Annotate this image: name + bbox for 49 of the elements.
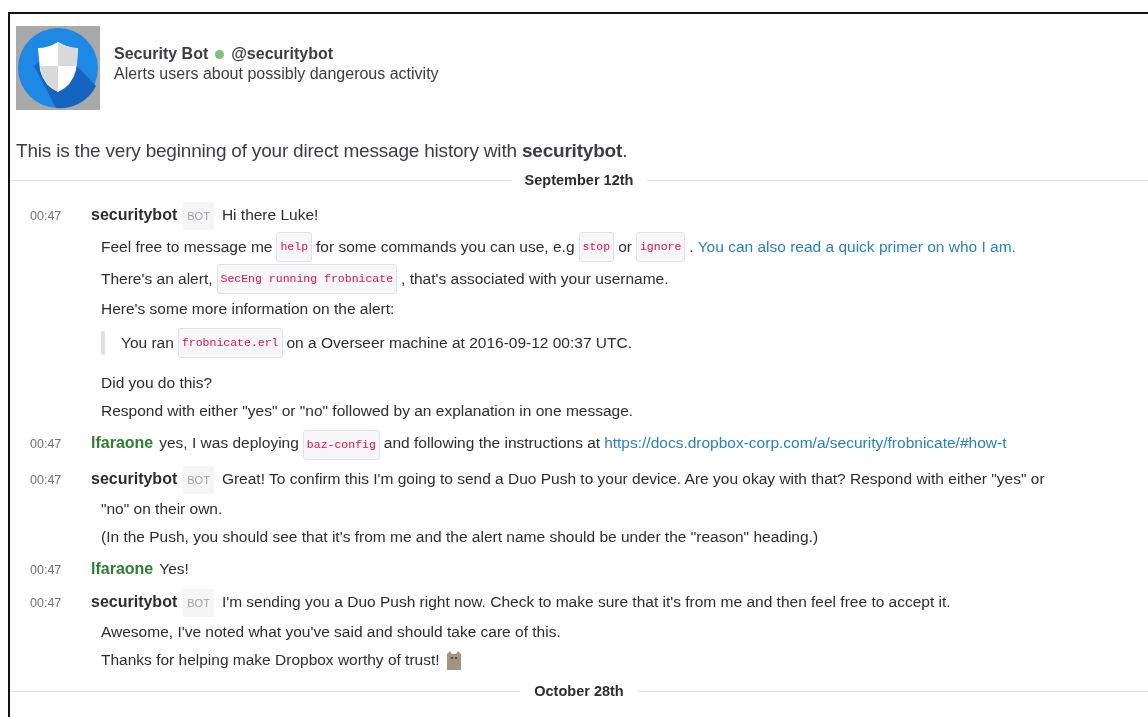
message-text: on a Overseer machine at 2016-09-12 00:37 UTC. xyxy=(286,333,632,353)
bot-badge: BOT xyxy=(183,589,214,617)
author-name[interactable]: securitybot xyxy=(91,202,178,228)
message-text: for some commands you can use, e.g xyxy=(316,237,575,257)
message-text: (In the Push, you should see that it's from me and the alert name should be under the "reason" heading.) xyxy=(101,527,819,547)
message-text: Yes! xyxy=(159,559,189,579)
date-divider: October 28th xyxy=(534,683,624,699)
author-name[interactable]: lfaraone xyxy=(91,556,154,582)
shield-icon xyxy=(16,26,100,110)
message-text: Hi there Luke! xyxy=(221,205,319,225)
bot-handle: @securitybot xyxy=(231,45,334,63)
message-time: 00:47 xyxy=(30,472,63,489)
message-text: Awesome, I've noted what you've said and should take care of this. xyxy=(101,622,561,642)
message-text: and following the instructions at xyxy=(383,433,601,453)
history-intro: This is the very beginning of your direct message history with securitybot. xyxy=(16,140,629,162)
inline-code: baz-config xyxy=(302,430,380,460)
message-text: Thanks for helping make Dropbox worthy of trust! xyxy=(101,650,440,670)
message-text: Did you do this? xyxy=(101,373,213,393)
message-text: Here's some more information on the alert: xyxy=(101,299,395,319)
message-time: 00:47 xyxy=(30,436,63,453)
message-text: . xyxy=(689,237,694,257)
author-name[interactable]: lfaraone xyxy=(91,430,154,456)
message-time: 00:47 xyxy=(30,562,63,579)
message-text: You ran xyxy=(121,333,174,353)
message-text: Feel free to message me xyxy=(101,237,273,257)
message-text: "no" on their own. xyxy=(101,499,223,519)
bot-badge: BOT xyxy=(183,202,214,230)
message-text: yes, I was deploying xyxy=(159,433,299,453)
message-text: There's an alert, xyxy=(101,269,213,289)
inline-code: help xyxy=(276,232,313,262)
message-text: Respond with either "yes" or "no" followed by an explanation in one message. xyxy=(101,401,634,421)
message-text: , that's associated with your username. xyxy=(401,269,669,289)
message-time: 00:47 xyxy=(30,208,63,225)
author-name[interactable]: securitybot xyxy=(91,589,178,615)
link[interactable]: You can also read a quick primer on who I am. xyxy=(697,234,1016,260)
author-name[interactable]: securitybot xyxy=(91,466,178,492)
message-time: 00:47 xyxy=(30,595,63,612)
date-divider: September 12th xyxy=(524,172,634,188)
message-text: or xyxy=(618,237,632,257)
inline-code: frobnicate.erl xyxy=(177,328,283,358)
bot-name: Security Bot xyxy=(114,45,209,63)
link[interactable]: https://docs.dropbox-corp.com/a/security/frobnicate/#how-t xyxy=(604,430,1007,456)
bot-description: Alerts users about possibly dangerous activity xyxy=(114,65,439,83)
inline-code: stop xyxy=(578,232,615,262)
message-text: Great! To confirm this I'm going to send a Duo Push to your device. Are you okay with that? Respond with either "yes" or xyxy=(221,469,1045,489)
inline-code: ignore xyxy=(635,232,686,262)
inline-code: SecEng running frobnicate xyxy=(216,264,398,294)
message-text: I'm sending you a Duo Push right now. Check to make sure that it's from me and then feel free to accept it. xyxy=(221,592,951,612)
bot-badge: BOT xyxy=(183,466,214,494)
